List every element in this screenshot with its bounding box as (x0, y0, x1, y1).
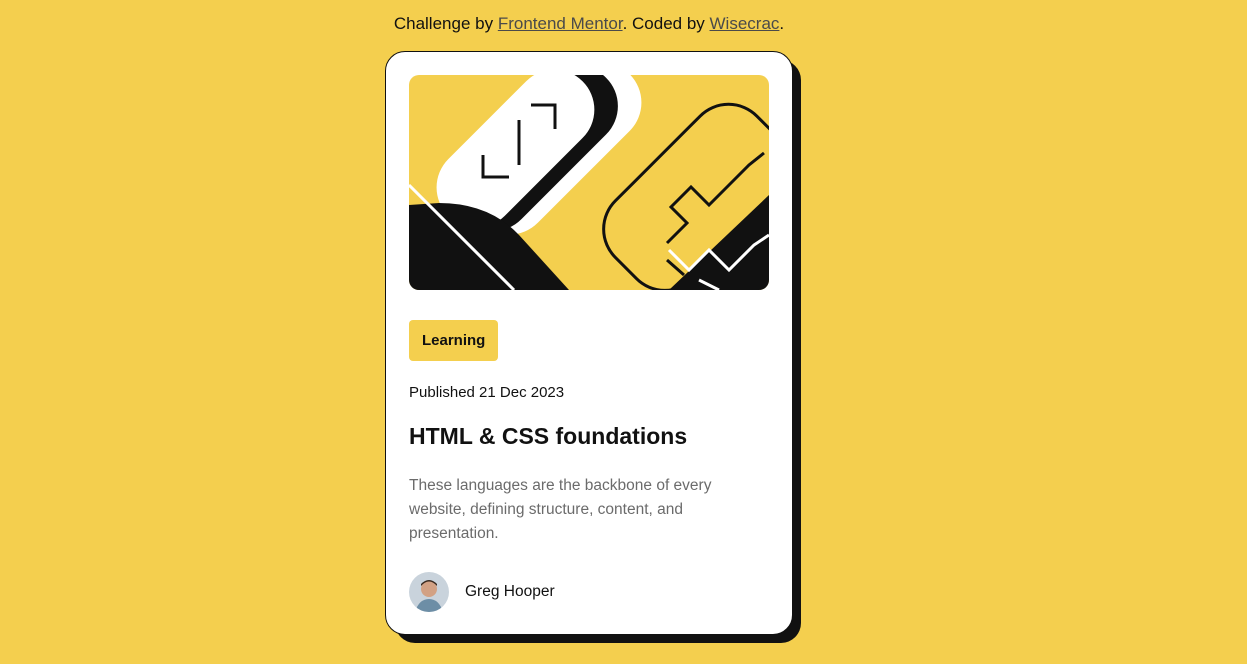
author-name: Greg Hooper (465, 583, 555, 600)
published-date: Published 21 Dec 2023 (409, 384, 565, 401)
avatar (409, 572, 449, 612)
card-title[interactable]: HTML & CSS foundations (409, 423, 769, 450)
attribution-suffix: . (779, 14, 785, 33)
blog-preview-card: Learning Published 21 Dec 2023 HTML & CS… (385, 51, 793, 635)
attribution-middle: . Coded by (622, 14, 710, 33)
category-badge: Learning (409, 320, 499, 361)
hero-illustration (409, 75, 769, 290)
attribution-prefix: Challenge by (393, 14, 498, 33)
card-description: These languages are the backbone of ever… (409, 477, 712, 542)
author: Greg Hooper (409, 572, 769, 612)
coder-link[interactable]: Wisecrac (710, 14, 780, 33)
attribution: Challenge by Frontend Mentor. Coded by W… (0, 14, 1178, 34)
frontend-mentor-link[interactable]: Frontend Mentor (498, 14, 623, 33)
